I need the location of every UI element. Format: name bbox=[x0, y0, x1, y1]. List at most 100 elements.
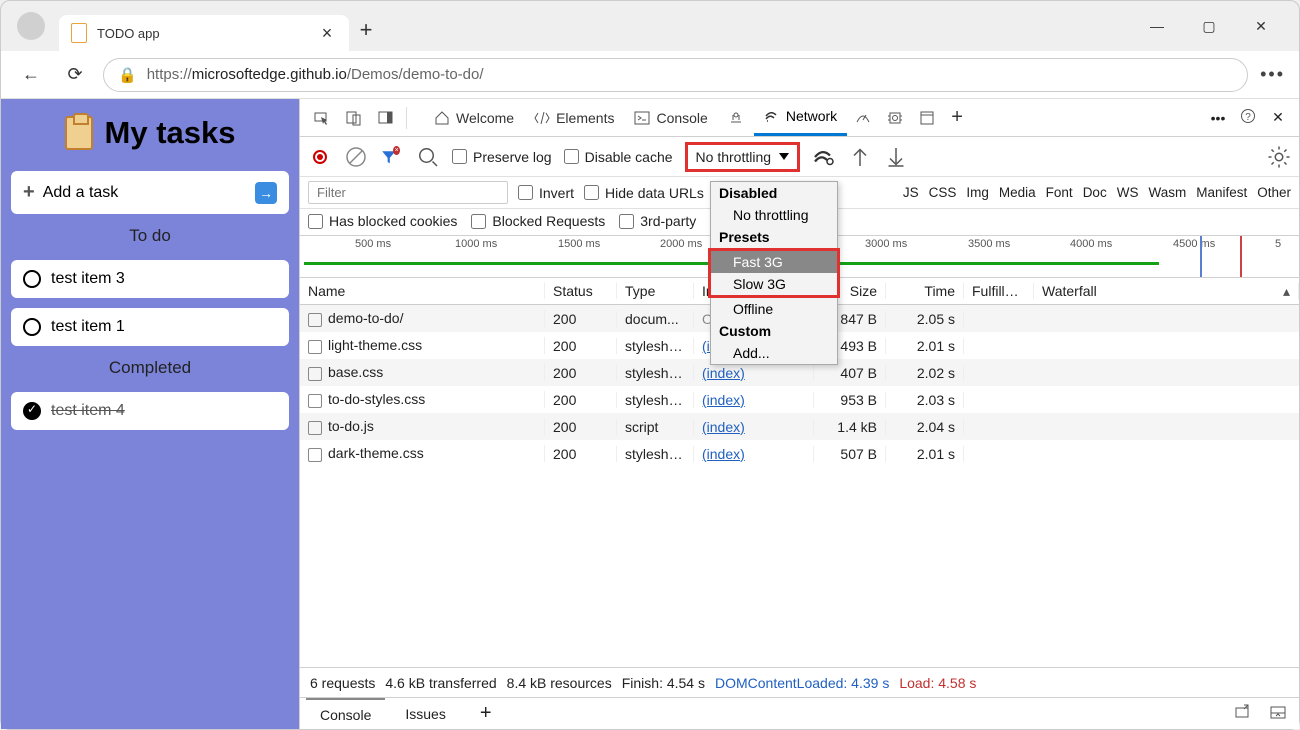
dropdown-option-slow-3g[interactable]: Slow 3G bbox=[711, 273, 837, 295]
filter-type[interactable]: Img bbox=[966, 185, 989, 200]
more-tabs-button[interactable]: + bbox=[943, 99, 971, 136]
filter-type[interactable]: Media bbox=[999, 185, 1036, 200]
dropdown-option-offline[interactable]: Offline bbox=[711, 298, 837, 320]
drawer-add-tab-button[interactable]: + bbox=[466, 698, 506, 729]
add-task-placeholder: Add a task bbox=[43, 184, 119, 202]
chevron-down-icon bbox=[779, 153, 789, 160]
col-header-waterfall[interactable]: Waterfall▴ bbox=[1034, 283, 1299, 300]
drawer-tab-console[interactable]: Console bbox=[306, 698, 385, 729]
tab-elements[interactable]: Elements bbox=[524, 99, 624, 136]
dropdown-option-add[interactable]: Add... bbox=[711, 342, 837, 364]
devtools-more-button[interactable]: ••• bbox=[1203, 110, 1233, 126]
tab-sources-icon[interactable] bbox=[718, 99, 754, 136]
filter-type[interactable]: Font bbox=[1046, 185, 1073, 200]
task-item-done[interactable]: test item 4 bbox=[11, 392, 289, 430]
search-button[interactable] bbox=[416, 145, 440, 169]
new-tab-button[interactable]: + bbox=[349, 17, 383, 43]
dock-side-button[interactable] bbox=[370, 99, 402, 136]
preserve-log-checkbox[interactable]: Preserve log bbox=[452, 149, 552, 165]
record-button[interactable] bbox=[308, 145, 332, 169]
col-header-fulfilled[interactable]: Fulfilled... bbox=[964, 283, 1034, 299]
site-lock-icon[interactable]: 🔒 bbox=[118, 66, 137, 84]
tab-memory-icon[interactable] bbox=[879, 99, 911, 136]
status-load: Load: 4.58 s bbox=[899, 675, 976, 691]
filter-type[interactable]: Manifest bbox=[1196, 185, 1247, 200]
dropdown-option-no-throttling[interactable]: No throttling bbox=[711, 204, 837, 226]
drawer-expand-button[interactable] bbox=[1227, 704, 1257, 723]
minimize-button[interactable]: ― bbox=[1145, 18, 1169, 34]
col-header-type[interactable]: Type bbox=[617, 283, 694, 299]
device-toolbar-button[interactable] bbox=[338, 99, 370, 136]
dcl-marker bbox=[1200, 236, 1202, 277]
filter-toggle-button[interactable]: × bbox=[380, 145, 404, 169]
filter-type[interactable]: WS bbox=[1117, 185, 1139, 200]
tab-console[interactable]: Console bbox=[624, 99, 717, 136]
back-button[interactable]: ← bbox=[15, 64, 47, 85]
drawer-collapse-button[interactable] bbox=[1263, 704, 1293, 723]
close-window-button[interactable]: ✕ bbox=[1249, 18, 1273, 35]
throttling-value: No throttling bbox=[696, 149, 771, 165]
refresh-button[interactable]: ⟳ bbox=[59, 64, 91, 85]
dropdown-group-custom: Custom bbox=[711, 320, 837, 342]
checkbox-icon[interactable] bbox=[23, 318, 41, 336]
browser-tab[interactable]: TODO app × bbox=[59, 15, 349, 51]
filter-input[interactable] bbox=[308, 181, 508, 204]
url-scheme: https:// bbox=[147, 66, 192, 83]
svg-text:?: ? bbox=[1245, 112, 1251, 123]
table-row[interactable]: to-do.js200script(index)1.4 kB2.04 s bbox=[300, 413, 1299, 440]
network-conditions-button[interactable] bbox=[812, 145, 836, 169]
close-tab-icon[interactable]: × bbox=[317, 23, 337, 44]
invert-checkbox[interactable]: Invert bbox=[518, 185, 574, 201]
timeline-tick: 1000 ms bbox=[455, 238, 497, 250]
filter-type[interactable]: Wasm bbox=[1148, 185, 1186, 200]
add-task-input[interactable]: + Add a task → bbox=[11, 171, 289, 214]
table-row[interactable]: dark-theme.css200styleshe...(index)507 B… bbox=[300, 440, 1299, 467]
profile-avatar[interactable] bbox=[17, 12, 45, 40]
maximize-button[interactable]: ▢ bbox=[1197, 18, 1221, 35]
dropdown-group-presets: Presets bbox=[711, 226, 837, 248]
filter-type[interactable]: Doc bbox=[1083, 185, 1107, 200]
devtools-help-button[interactable]: ? bbox=[1233, 108, 1263, 127]
devtools-close-button[interactable]: ✕ bbox=[1263, 109, 1293, 126]
tab-application-icon[interactable] bbox=[911, 99, 943, 136]
throttling-dropdown[interactable]: No throttling bbox=[685, 142, 800, 172]
tab-network[interactable]: Network bbox=[754, 99, 847, 136]
checkbox-checked-icon[interactable] bbox=[23, 402, 41, 420]
blocked-requests-checkbox[interactable]: Blocked Requests bbox=[471, 213, 605, 229]
filter-type[interactable]: CSS bbox=[929, 185, 957, 200]
task-label: test item 3 bbox=[51, 270, 125, 288]
col-header-status[interactable]: Status bbox=[545, 283, 617, 299]
filter-type[interactable]: JS bbox=[903, 185, 919, 200]
clear-button[interactable] bbox=[344, 145, 368, 169]
timeline-tick: 4500 ms bbox=[1173, 238, 1215, 250]
status-resources: 8.4 kB resources bbox=[507, 675, 612, 691]
address-bar[interactable]: 🔒 https://microsoftedge.github.io/Demos/… bbox=[103, 58, 1248, 92]
blocked-cookies-checkbox[interactable]: Has blocked cookies bbox=[308, 213, 457, 229]
throttling-dropdown-menu: Disabled No throttling Presets Fast 3G S… bbox=[710, 181, 838, 365]
filter-type[interactable]: Other bbox=[1257, 185, 1291, 200]
file-icon bbox=[308, 421, 322, 435]
browser-menu-button[interactable]: ••• bbox=[1260, 64, 1285, 85]
third-party-checkbox[interactable]: 3rd-party bbox=[619, 213, 696, 229]
submit-task-button[interactable]: → bbox=[255, 182, 277, 204]
devtools-tabstrip: Welcome Elements Console Network + ••• ?… bbox=[300, 99, 1299, 137]
timeline-tick: 2000 ms bbox=[660, 238, 702, 250]
checkbox-icon[interactable] bbox=[23, 270, 41, 288]
task-item[interactable]: test item 3 bbox=[11, 260, 289, 298]
disable-cache-checkbox[interactable]: Disable cache bbox=[564, 149, 673, 165]
export-har-button[interactable] bbox=[884, 145, 908, 169]
tab-welcome[interactable]: Welcome bbox=[424, 99, 524, 136]
timeline-tick: 3000 ms bbox=[865, 238, 907, 250]
dropdown-option-fast-3g[interactable]: Fast 3G bbox=[711, 251, 837, 273]
tab-performance-icon[interactable] bbox=[847, 99, 879, 136]
drawer-tab-issues[interactable]: Issues bbox=[391, 698, 459, 729]
inspect-element-button[interactable] bbox=[306, 99, 338, 136]
timeline-tick: 1500 ms bbox=[558, 238, 600, 250]
col-header-name[interactable]: Name bbox=[300, 283, 545, 299]
network-settings-button[interactable] bbox=[1267, 145, 1291, 169]
table-row[interactable]: to-do-styles.css200styleshe...(index)953… bbox=[300, 386, 1299, 413]
task-item[interactable]: test item 1 bbox=[11, 308, 289, 346]
hide-data-urls-checkbox[interactable]: Hide data URLs bbox=[584, 185, 704, 201]
import-har-button[interactable] bbox=[848, 145, 872, 169]
col-header-time[interactable]: Time bbox=[886, 283, 964, 299]
